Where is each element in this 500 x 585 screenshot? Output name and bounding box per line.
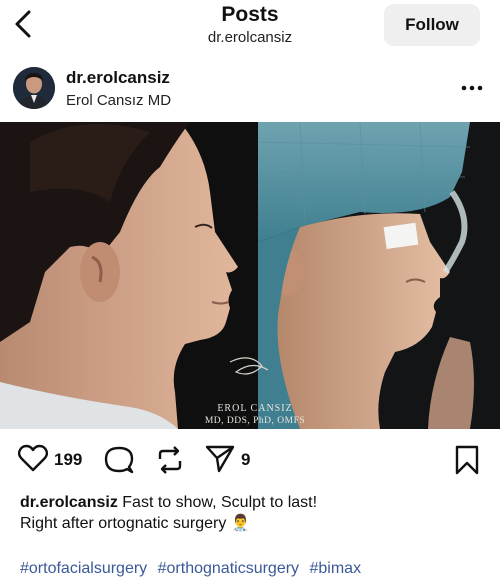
hashtag-list: #ortofacialsurgery #orthognaticsurgery #… (20, 560, 367, 578)
after-photo (257, 122, 500, 429)
post-display-name: Erol Cansız MD (66, 92, 172, 109)
before-photo (0, 122, 258, 429)
caption-text-line1: Fast to show, Sculpt to last! (122, 494, 318, 511)
post-caption: dr.erolcansiz Fast to show, Sculpt to la… (20, 492, 490, 534)
hashtag-link[interactable]: #bimax (310, 560, 362, 577)
top-bar: Posts dr.erolcansiz Follow (0, 0, 500, 56)
post-actions: 199 9 (0, 440, 500, 480)
heart-icon[interactable] (17, 444, 49, 477)
post-image[interactable]: EROL CANSIZ MD, DDS, PhD, OMFS (0, 122, 500, 429)
avatar[interactable] (13, 67, 55, 109)
image-credit-degrees: MD, DDS, PhD, OMFS (204, 416, 306, 426)
follow-button[interactable]: Follow (384, 4, 480, 46)
share-count[interactable]: 9 (241, 450, 250, 470)
bookmark-icon[interactable] (455, 444, 479, 476)
comment-bubble-icon[interactable] (104, 444, 134, 476)
share-group: 9 (205, 444, 250, 476)
caption-text-line2: Right after ortognatic surgery (20, 515, 227, 532)
like-count[interactable]: 199 (54, 450, 82, 470)
post-username[interactable]: dr.erolcansiz (66, 68, 170, 88)
caption-username[interactable]: dr.erolcansiz (20, 494, 118, 511)
paper-plane-icon[interactable] (205, 443, 235, 478)
post-header: dr.erolcansiz Erol Cansız MD (0, 62, 500, 118)
image-credit-name: EROL CANSIZ (217, 403, 293, 414)
more-horizontal-icon[interactable] (460, 78, 484, 98)
repost-icon[interactable] (156, 444, 184, 476)
like-group: 199 (17, 444, 82, 477)
hashtag-link[interactable]: #ortofacialsurgery (20, 560, 147, 577)
doctor-emoji: 👨‍⚕️ (230, 515, 251, 532)
hashtag-link[interactable]: #orthognaticsurgery (158, 560, 299, 577)
